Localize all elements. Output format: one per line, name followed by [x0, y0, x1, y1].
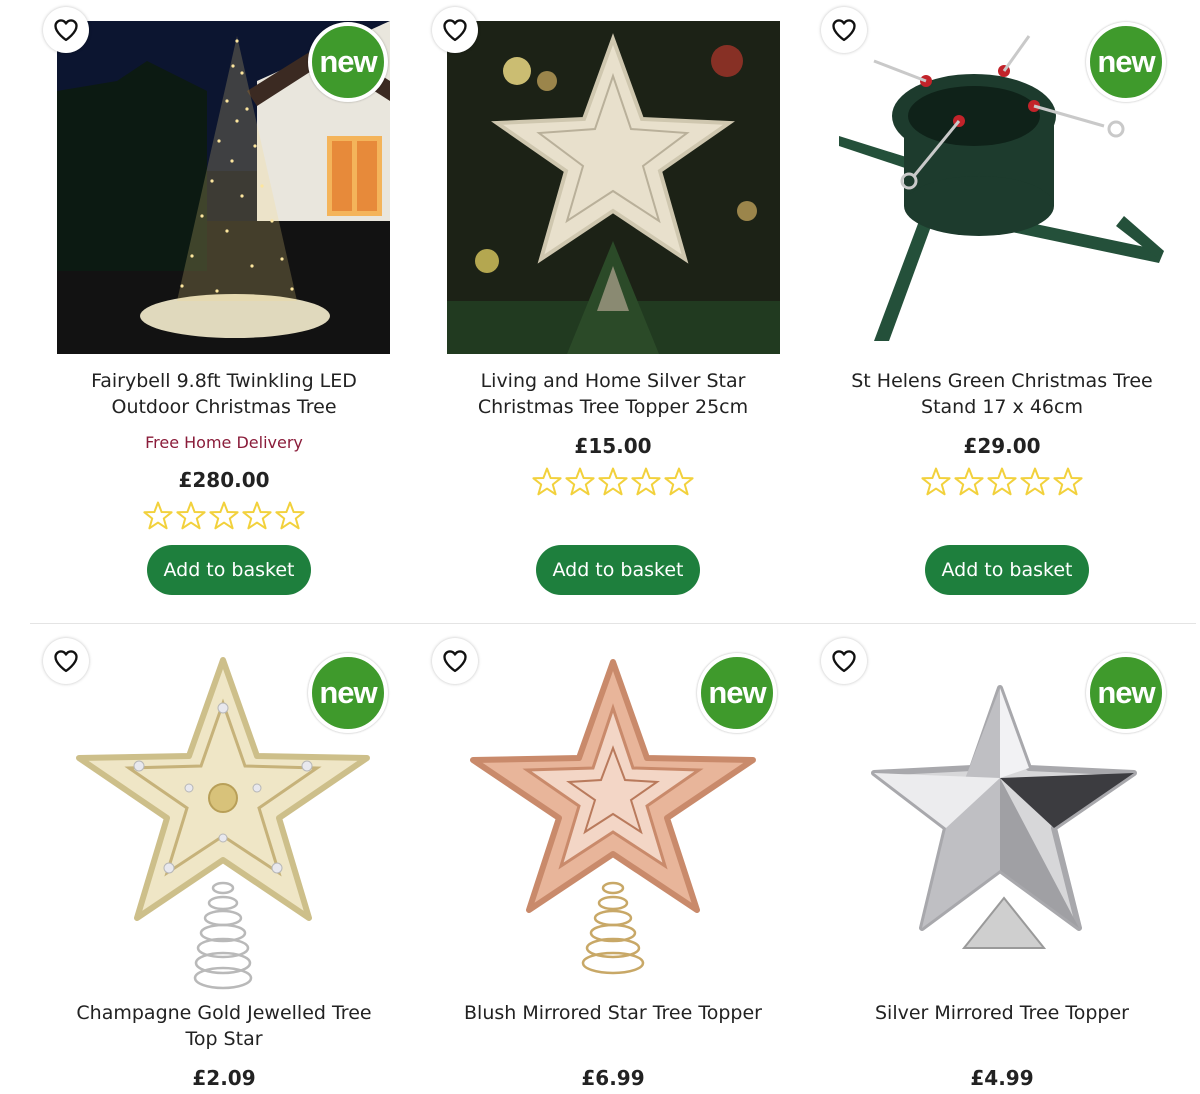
delivery-note: Free Home Delivery — [145, 433, 303, 452]
wishlist-button[interactable] — [43, 638, 89, 684]
product-card: Living and Home Silver Star Christmas Tr… — [423, 0, 803, 620]
heart-outline-icon — [52, 647, 80, 675]
product-title-line: Living and Home Silver Star — [480, 370, 746, 392]
star-outline-icon — [175, 500, 207, 532]
star-outline-icon — [630, 466, 662, 498]
product-price: £29.00 — [963, 434, 1041, 458]
product-image-silver-star[interactable] — [447, 21, 780, 354]
new-badge: new — [1086, 653, 1166, 733]
heart-outline-icon — [830, 16, 858, 44]
heart-outline-icon — [441, 16, 469, 44]
wishlist-button[interactable] — [821, 7, 867, 53]
product-title[interactable]: Champagne Gold Jewelled Tree Top Star — [34, 1000, 414, 1052]
star-outline-icon — [274, 500, 306, 532]
star-outline-icon — [142, 500, 174, 532]
add-to-basket-button[interactable]: Add to basket — [536, 545, 700, 595]
row-divider — [30, 623, 1196, 624]
product-title-line: Christmas Tree Topper 25cm — [477, 396, 749, 418]
new-badge: new — [308, 653, 388, 733]
star-outline-icon — [953, 466, 985, 498]
heart-outline-icon — [830, 647, 858, 675]
product-title[interactable]: Living and Home Silver Star Christmas Tr… — [423, 368, 803, 420]
add-to-basket-button[interactable]: Add to basket — [925, 545, 1089, 595]
product-title-line: Silver Mirrored Tree Topper — [874, 1002, 1129, 1024]
rating-stars — [423, 466, 803, 498]
wishlist-button[interactable] — [432, 7, 478, 53]
new-badge: new — [697, 653, 777, 733]
product-price: £4.99 — [970, 1066, 1034, 1090]
star-outline-icon — [564, 466, 596, 498]
product-price: £280.00 — [178, 468, 270, 492]
star-outline-icon — [241, 500, 273, 532]
wishlist-button[interactable] — [432, 638, 478, 684]
heart-outline-icon — [441, 647, 469, 675]
product-title-line: St Helens Green Christmas Tree — [851, 370, 1153, 392]
wishlist-button[interactable] — [821, 638, 867, 684]
star-outline-icon — [1052, 466, 1084, 498]
product-card: new Champagne Gold Jewelled Tree Top Sta… — [34, 632, 414, 1094]
product-title-line: Champagne Gold Jewelled Tree — [76, 1002, 372, 1024]
product-title-line: Fairybell 9.8ft Twinkling LED — [91, 370, 357, 392]
product-card: new Blush Mirrored Star Tree Topper £6.9… — [423, 632, 803, 1094]
product-card: new Fairybell 9.8ft Twinkling LED Outdoo… — [34, 0, 414, 620]
product-title[interactable]: Silver Mirrored Tree Topper — [812, 1000, 1192, 1026]
wishlist-button[interactable] — [43, 7, 89, 53]
rating-stars — [34, 500, 414, 532]
product-price: £6.99 — [581, 1066, 645, 1090]
product-title[interactable]: St Helens Green Christmas Tree Stand 17 … — [812, 368, 1192, 420]
star-outline-icon — [986, 466, 1018, 498]
heart-outline-icon — [52, 16, 80, 44]
product-card: new St Helens Green Christmas Tree Stand… — [812, 0, 1192, 620]
rating-stars — [812, 466, 1192, 498]
add-to-basket-button[interactable]: Add to basket — [147, 545, 311, 595]
star-outline-icon — [597, 466, 629, 498]
new-badge: new — [308, 22, 388, 102]
star-outline-icon — [663, 466, 695, 498]
product-title-line: Top Star — [185, 1028, 263, 1050]
product-title[interactable]: Blush Mirrored Star Tree Topper — [423, 1000, 803, 1026]
star-outline-icon — [1019, 466, 1051, 498]
product-title-line: Outdoor Christmas Tree — [111, 396, 337, 418]
product-card: new Silver Mirrored Tree Topper £4.99 — [812, 632, 1192, 1094]
product-title-line: Stand 17 x 46cm — [921, 396, 1083, 418]
product-price: £15.00 — [574, 434, 652, 458]
star-outline-icon — [920, 466, 952, 498]
product-title-line: Blush Mirrored Star Tree Topper — [464, 1002, 762, 1024]
product-price: £2.09 — [192, 1066, 256, 1090]
product-title[interactable]: Fairybell 9.8ft Twinkling LED Outdoor Ch… — [34, 368, 414, 420]
star-outline-icon — [531, 466, 563, 498]
new-badge: new — [1086, 22, 1166, 102]
star-outline-icon — [208, 500, 240, 532]
